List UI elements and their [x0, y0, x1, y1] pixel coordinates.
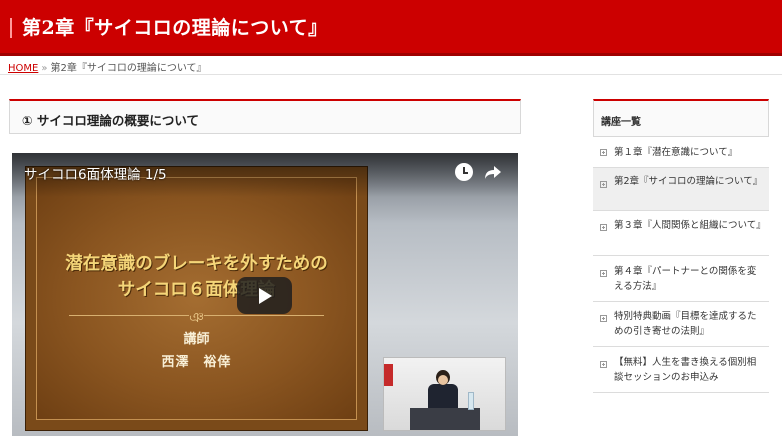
- page-title: 第2章『サイコロの理論について』: [22, 17, 328, 39]
- header-accent-bar: [10, 18, 12, 38]
- sidebar-heading-box: 講座一覧: [593, 99, 769, 137]
- expand-plus-icon: [600, 315, 607, 322]
- speaker-video-inset: [383, 357, 506, 431]
- section-heading-box: ① サイコロ理論の概要について: [9, 99, 521, 134]
- ornament-icon: ঞ: [189, 310, 204, 326]
- video-slide-frame: 潜在意識のブレーキを外すための サイコロ６面体理論 ঞ 講師 西澤 裕倖: [25, 166, 368, 431]
- inset-bottle: [468, 392, 474, 410]
- video-title[interactable]: サイコロ6面体理論 1/5: [24, 163, 167, 183]
- sidebar-item-label: 特別特典動画『目標を達成するための引き寄せの法則』: [614, 311, 757, 337]
- sidebar-item-chapter1[interactable]: 第１章『潜在意識について』: [593, 137, 769, 168]
- inset-flag: [384, 364, 393, 386]
- sidebar-item-bonus-video[interactable]: 特別特典動画『目標を達成するための引き寄せの法則』: [593, 302, 769, 347]
- video-slide: 潜在意識のブレーキを外すための サイコロ６面体理論 ঞ 講師 西澤 裕倖: [36, 177, 357, 420]
- breadcrumb: HOME» 第2章『サイコロの理論について』: [8, 59, 207, 74]
- sidebar-item-chapter3[interactable]: 第３章『人間関係と組織について』: [593, 211, 769, 256]
- breadcrumb-divider: [0, 74, 782, 75]
- watch-later-icon[interactable]: [455, 163, 473, 181]
- expand-plus-icon: [600, 181, 607, 188]
- ornament-rule-right: [204, 315, 324, 316]
- breadcrumb-current: 第2章『サイコロの理論について』: [50, 63, 207, 74]
- expand-plus-icon: [600, 224, 607, 231]
- sidebar-item-label: 第４章『パートナーとの関係を変える方法』: [614, 266, 757, 292]
- slide-lecturer-name: 西澤 裕倖: [161, 355, 232, 370]
- share-icon[interactable]: [484, 163, 502, 181]
- sidebar-heading: 講座一覧: [601, 117, 641, 128]
- sidebar-item-chapter4[interactable]: 第４章『パートナーとの関係を変える方法』: [593, 256, 769, 302]
- sidebar-course-list: 第１章『潜在意識について』 第2章『サイコロの理論について』 第３章『人間関係と…: [593, 137, 769, 393]
- play-button[interactable]: [237, 277, 292, 314]
- page-header: 第2章『サイコロの理論について』: [0, 0, 782, 56]
- sidebar-item-label: 第１章『潜在意識について』: [614, 147, 738, 158]
- sidebar-item-label: 第2章『サイコロの理論について』: [614, 176, 763, 187]
- slide-title-line1: 潜在意識のブレーキを外すための: [65, 254, 328, 274]
- inset-desk: [410, 408, 480, 430]
- sidebar-item-chapter2[interactable]: 第2章『サイコロの理論について』: [593, 168, 769, 211]
- expand-plus-icon: [600, 149, 607, 156]
- video-player[interactable]: 潜在意識のブレーキを外すための サイコロ６面体理論 ঞ 講師 西澤 裕倖 サイコ…: [12, 153, 518, 436]
- breadcrumb-home-link[interactable]: HOME: [8, 63, 38, 74]
- breadcrumb-separator: »: [41, 63, 48, 74]
- slide-lecturer-label: 講師: [183, 332, 210, 347]
- expand-plus-icon: [600, 361, 607, 368]
- ornament-rule-left: [69, 315, 189, 316]
- sidebar-item-free-consultation[interactable]: 【無料】人生を書き換える個別相談セッションのお申込み: [593, 347, 769, 393]
- slide-title-line2: サイコロ６面体理論: [117, 280, 276, 300]
- sidebar-item-label: 【無料】人生を書き換える個別相談セッションのお申込み: [614, 357, 757, 383]
- section-heading: ① サイコロ理論の概要について: [22, 113, 200, 128]
- expand-plus-icon: [600, 270, 607, 277]
- speaker-face: [438, 375, 448, 385]
- sidebar-item-label: 第３章『人間関係と組織について』: [614, 220, 766, 231]
